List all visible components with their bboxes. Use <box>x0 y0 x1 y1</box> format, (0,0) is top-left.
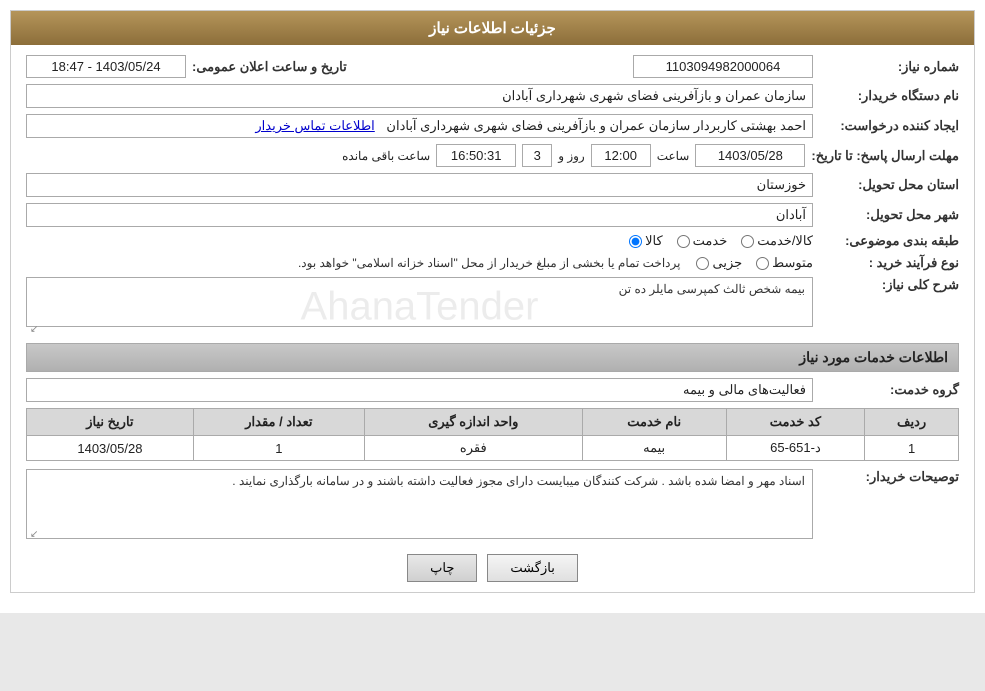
col-vahed: واحد اندازه گیری <box>364 409 582 436</box>
shomare-niaz-value: 1103094982000064 <box>633 55 813 78</box>
radio-jozii-label: جزیی <box>712 255 742 271</box>
radio-khedmat-label: خدمت <box>693 233 728 249</box>
button-row: بازگشت چاپ <box>26 554 959 582</box>
table-row: 1د-651-65بیمهفقره11403/05/28 <box>27 436 959 461</box>
scroll-indicator: ↙ <box>28 324 40 335</box>
section-khadamat-title: اطلاعات خدمات مورد نیاز <box>26 343 959 372</box>
radio-khedmat-input[interactable] <box>677 235 690 248</box>
mohlat-date: 1403/05/28 <box>695 144 805 167</box>
ijad-konande-value: احمد بهشتی کاربردار سازمان عمران و بازآف… <box>26 114 813 138</box>
khadamat-table: ردیف کد خدمت نام خدمت واحد اندازه گیری ت… <box>26 408 959 461</box>
radio-kala-khedmat-input[interactable] <box>741 235 754 248</box>
col-nam-khedmat: نام خدمت <box>582 409 726 436</box>
scroll-indicator-2: ↙ <box>28 529 40 540</box>
label-nam-dastgah: نام دستگاه خریدار: <box>819 88 959 104</box>
radio-jozii-input[interactable] <box>696 257 709 270</box>
label-sharh: شرح کلی نیاز: <box>819 277 959 293</box>
tarikh-value: 1403/05/24 - 18:47 <box>26 55 186 78</box>
label-farayand: نوع فرآیند خرید : <box>819 255 959 271</box>
radio-kala-khedmat-label: کالا/خدمت <box>757 233 813 249</box>
label-ostan: استان محل تحویل: <box>819 177 959 193</box>
ostan-value: خوزستان <box>26 173 813 197</box>
col-tarikh: تاریخ نیاز <box>27 409 194 436</box>
radio-motovaset[interactable]: متوسط <box>756 255 813 271</box>
mohlat-roz: 3 <box>522 144 552 167</box>
mohlat-saat: 12:00 <box>591 144 651 167</box>
label-shomare-niaz: شماره نیاز: <box>819 59 959 75</box>
label-roz: روز و <box>558 149 585 163</box>
label-tarikh: تاریخ و ساعت اعلان عمومی: <box>192 59 347 75</box>
label-tosif: توصیحات خریدار: <box>819 469 959 485</box>
farayand-desc: پرداخت تمام یا بخشی از مبلغ خریدار از مح… <box>298 256 681 270</box>
chap-button[interactable]: چاپ <box>407 554 477 582</box>
label-tabaqebandi: طبقه بندی موضوعی: <box>819 233 959 249</box>
col-kod-khedmat: کد خدمت <box>726 409 865 436</box>
page-title: جزئیات اطلاعات نیاز <box>11 11 974 45</box>
label-goroh-khedmat: گروه خدمت: <box>819 382 959 398</box>
radio-kala-input[interactable] <box>629 235 642 248</box>
col-radif: ردیف <box>865 409 959 436</box>
label-mande: ساعت باقی مانده <box>342 149 430 163</box>
nam-dastgah-value: سازمان عمران و بازآفرینی فضای شهری شهردا… <box>26 84 813 108</box>
radio-motovaset-label: متوسط <box>772 255 813 271</box>
tabaqebandi-radio-group: کالا/خدمت خدمت کالا <box>629 233 813 249</box>
label-saat: ساعت <box>657 149 690 163</box>
mohlat-mande: 16:50:31 <box>436 144 516 167</box>
label-ijad-konande: ایجاد کننده درخواست: <box>819 118 959 134</box>
tosif-textarea[interactable] <box>26 469 813 539</box>
ettelaat-tamas-link[interactable]: اطلاعات تماس خریدار <box>255 118 374 133</box>
label-shahr: شهر محل تحویل: <box>819 207 959 223</box>
col-tedad: تعداد / مقدار <box>193 409 364 436</box>
radio-kala-label: کالا <box>645 233 663 249</box>
shahr-value: آبادان <box>26 203 813 227</box>
sharh-textarea[interactable] <box>26 277 813 327</box>
radio-kala[interactable]: کالا <box>629 233 663 249</box>
radio-khedmat[interactable]: خدمت <box>677 233 728 249</box>
radio-jozii[interactable]: جزیی <box>696 255 742 271</box>
goroh-khedmat-value: فعالیت‌های مالی و بیمه <box>26 378 813 402</box>
farayand-radio-group: متوسط جزیی <box>696 255 813 271</box>
bazgasht-button[interactable]: بازگشت <box>487 554 577 582</box>
radio-motovaset-input[interactable] <box>756 257 769 270</box>
label-mohlat: مهلت ارسال پاسخ: تا تاریخ: <box>811 148 959 164</box>
radio-kala-khedmat[interactable]: کالا/خدمت <box>741 233 813 249</box>
